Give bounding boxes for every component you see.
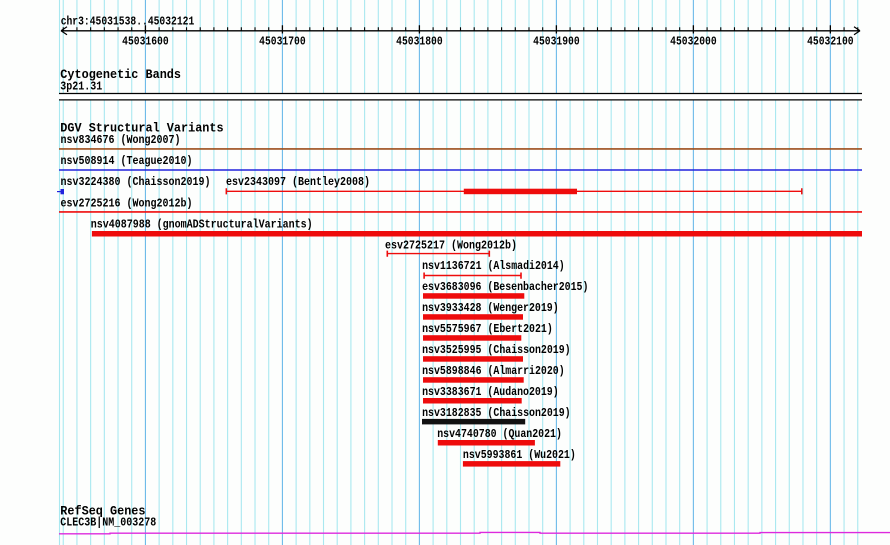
svg-text:chr3:45031538..45032121: chr3:45031538..45032121 bbox=[61, 14, 195, 28]
svg-text:45032100: 45032100 bbox=[807, 35, 854, 49]
svg-text:nsv508914 (Teague2010): nsv508914 (Teague2010) bbox=[61, 154, 193, 168]
svg-text:45031800: 45031800 bbox=[396, 35, 443, 49]
svg-text:nsv5575967 (Ebert2021): nsv5575967 (Ebert2021) bbox=[422, 322, 553, 336]
svg-text:45032000: 45032000 bbox=[670, 35, 717, 49]
svg-text:esv2725216 (Wong2012b): esv2725216 (Wong2012b) bbox=[61, 196, 193, 210]
svg-text:45031900: 45031900 bbox=[533, 35, 580, 49]
svg-text:3p21.31: 3p21.31 bbox=[60, 79, 102, 93]
svg-text:nsv1136721 (Alsmadi2014): nsv1136721 (Alsmadi2014) bbox=[422, 259, 565, 273]
svg-text:nsv5993861 (Wu2021): nsv5993861 (Wu2021) bbox=[463, 448, 576, 462]
svg-text:esv2343097 (Bentley2008): esv2343097 (Bentley2008) bbox=[226, 175, 370, 189]
svg-text:nsv3933428 (Wenger2019): nsv3933428 (Wenger2019) bbox=[422, 301, 559, 315]
svg-text:esv3683096 (Besenbacher2015): esv3683096 (Besenbacher2015) bbox=[422, 280, 588, 294]
svg-text:nsv3182835 (Chaisson2019): nsv3182835 (Chaisson2019) bbox=[422, 406, 570, 420]
svg-text:nsv4087988 (gnomADStructuralVa: nsv4087988 (gnomADStructuralVariants) bbox=[91, 217, 313, 231]
svg-text:nsv3525995 (Chaisson2019): nsv3525995 (Chaisson2019) bbox=[422, 343, 570, 357]
svg-text:45031600: 45031600 bbox=[122, 35, 169, 49]
svg-text:nsv3224380 (Chaisson2019): nsv3224380 (Chaisson2019) bbox=[61, 175, 211, 189]
svg-text:45031700: 45031700 bbox=[259, 35, 306, 49]
svg-text:nsv834676 (Wong2007): nsv834676 (Wong2007) bbox=[61, 133, 181, 147]
svg-text:esv2725217 (Wong2012b): esv2725217 (Wong2012b) bbox=[385, 239, 517, 253]
svg-text:nsv3383671 (Audano2019): nsv3383671 (Audano2019) bbox=[422, 385, 559, 399]
svg-text:CLEC3B|NM_003278: CLEC3B|NM_003278 bbox=[60, 516, 156, 530]
svg-text:nsv5898846 (Almarri2020): nsv5898846 (Almarri2020) bbox=[422, 364, 565, 378]
svg-text:nsv4740780 (Quan2021): nsv4740780 (Quan2021) bbox=[437, 427, 562, 441]
